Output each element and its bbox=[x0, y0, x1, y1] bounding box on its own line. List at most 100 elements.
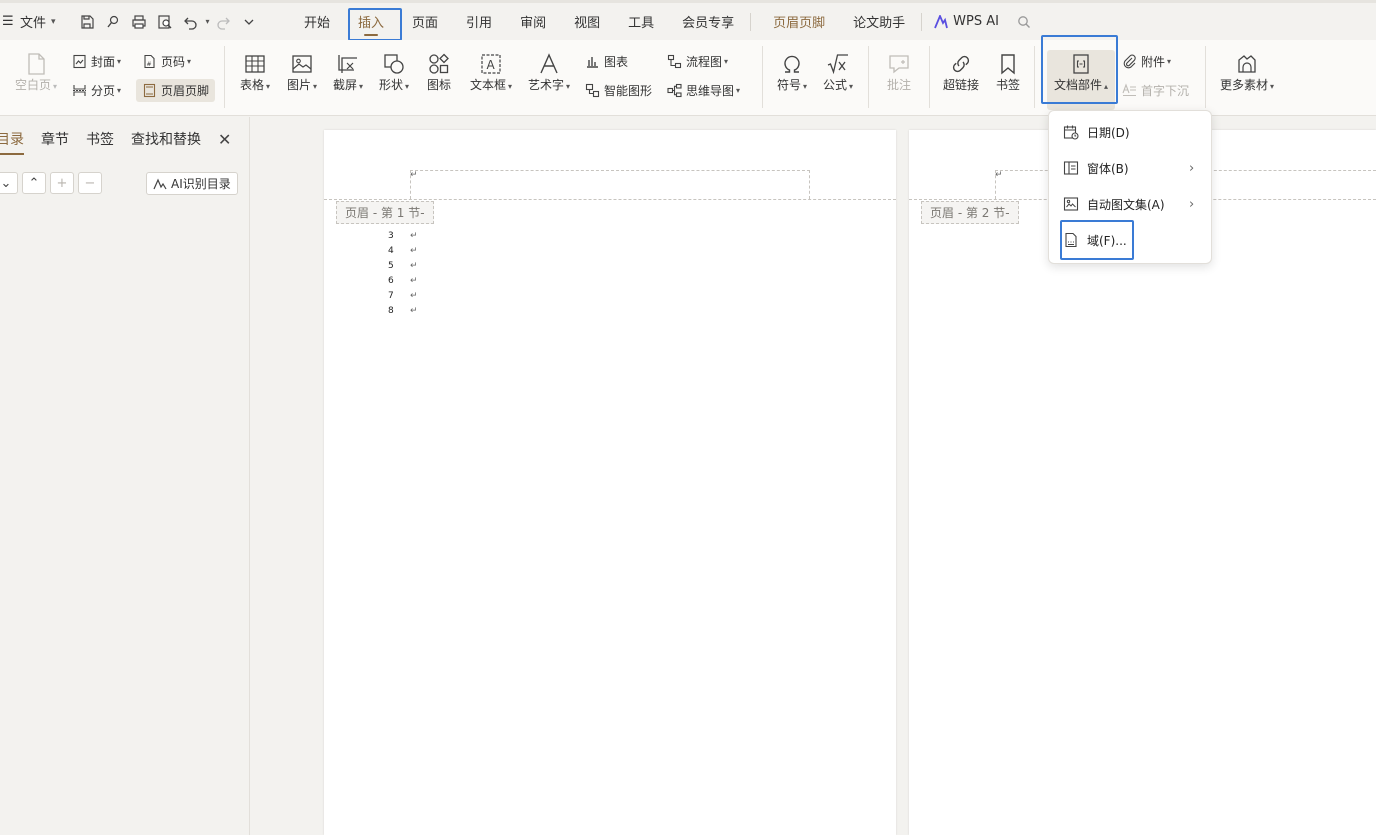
table-button[interactable]: 表格 ▾ bbox=[236, 52, 274, 93]
picture-button[interactable]: 图片 ▾ bbox=[283, 52, 321, 93]
svg-text:A: A bbox=[487, 58, 496, 72]
hyperlink-button[interactable]: 超链接 bbox=[941, 52, 981, 93]
tab-header-footer[interactable]: 页眉页脚 bbox=[763, 7, 835, 37]
demote-icon[interactable]: − bbox=[78, 172, 102, 194]
menu-item-autotext[interactable]: 自动图文集(A) › bbox=[1049, 186, 1213, 222]
more-material-icon bbox=[1238, 55, 1256, 73]
table-label: 表格 bbox=[239, 78, 264, 92]
attachment-button[interactable]: 附件 ▾ bbox=[1122, 53, 1171, 70]
customize-toolbar-icon[interactable] bbox=[236, 9, 262, 35]
shape-label: 形状 bbox=[378, 78, 403, 92]
collapse-icon[interactable]: ⌃ bbox=[22, 172, 46, 194]
menu-item-label: 日期(D) bbox=[1087, 125, 1130, 140]
tab-view[interactable]: 视图 bbox=[564, 7, 610, 37]
screenshot-icon bbox=[338, 55, 357, 73]
smart-art-icon bbox=[585, 83, 600, 98]
tab-references[interactable]: 引用 bbox=[456, 7, 502, 37]
nav-tab-sections[interactable]: 章节 bbox=[41, 129, 69, 149]
mind-map-label: 思维导图 bbox=[686, 84, 735, 98]
ribbon-toolbar: 空白页 ▾ 封面 ▾ # 页码 ▾ 分页 ▾ 页眉页脚 表格 ▾ 图片 ▾ 截屏 ▾ 形状 ▾ … bbox=[0, 40, 1376, 116]
symbol-button[interactable]: 符号 ▾ bbox=[774, 52, 810, 93]
cover-button[interactable]: 封面 ▾ bbox=[72, 53, 121, 70]
tab-thesis-assistant[interactable]: 论文助手 bbox=[843, 7, 915, 37]
undo-icon[interactable] bbox=[178, 9, 204, 35]
menu-item-label: 自动图文集(A) bbox=[1087, 197, 1165, 212]
flowchart-button[interactable]: 流程图 ▾ bbox=[667, 53, 728, 70]
document-page-1[interactable]: ↵ 页眉 - 第 1 节- 3 ↵ 4 ↵ 5 ↵ 6 ↵ 7 ↵ 8 ↵ bbox=[324, 130, 896, 835]
page-number-button[interactable]: # 页码 ▾ bbox=[142, 53, 191, 70]
header-edit-region[interactable] bbox=[410, 170, 810, 199]
smart-art-label: 智能图形 bbox=[604, 84, 653, 98]
print-icon[interactable] bbox=[126, 9, 152, 35]
chart-button[interactable]: 图表 bbox=[585, 53, 628, 70]
menu-item-date[interactable]: 日期(D) bbox=[1049, 114, 1213, 150]
paragraph-mark: ↵ bbox=[410, 246, 418, 256]
menu-item-field[interactable]: 域(F)... bbox=[1049, 222, 1213, 258]
attachment-label: 附件 bbox=[1141, 55, 1166, 69]
blank-page-button: 空白页 ▾ bbox=[10, 52, 62, 93]
format-painter-icon[interactable] bbox=[100, 9, 126, 35]
nav-tab-toc[interactable]: 目录 bbox=[0, 129, 24, 155]
chevron-right-icon: › bbox=[1189, 160, 1195, 176]
hyperlink-label: 超链接 bbox=[942, 78, 979, 92]
word-art-label: 艺术字 bbox=[527, 78, 564, 92]
line-number: 4 bbox=[388, 246, 394, 256]
ai-toc-label: AI识别目录 bbox=[171, 177, 231, 191]
mind-map-button[interactable]: 思维导图 ▾ bbox=[667, 82, 740, 99]
tab-tools[interactable]: 工具 bbox=[618, 7, 664, 37]
screenshot-label: 截屏 bbox=[332, 78, 357, 92]
shape-button[interactable]: 形状 ▾ bbox=[375, 52, 413, 93]
doc-parts-icon bbox=[1073, 54, 1089, 74]
bookmark-button[interactable]: 书签 bbox=[994, 52, 1022, 93]
screenshot-button[interactable]: 截屏 ▾ bbox=[329, 52, 367, 93]
svg-text:#: # bbox=[147, 61, 152, 68]
header-footer-icon bbox=[143, 83, 156, 98]
tab-home[interactable]: 开始 bbox=[294, 7, 340, 37]
tab-page[interactable]: 页面 bbox=[402, 7, 448, 37]
nav-tab-bookmarks[interactable]: 书签 bbox=[86, 129, 114, 149]
tab-insert[interactable]: 插入 bbox=[348, 7, 394, 37]
flowchart-label: 流程图 bbox=[686, 55, 723, 69]
line-number: 8 bbox=[388, 306, 394, 316]
tab-review[interactable]: 审阅 bbox=[510, 7, 556, 37]
icon-button[interactable]: 图标 bbox=[424, 52, 454, 93]
save-icon[interactable] bbox=[74, 9, 100, 35]
formula-button[interactable]: 公式 ▾ bbox=[820, 52, 856, 93]
blank-page-label: 空白页 bbox=[14, 78, 51, 92]
cover-label: 封面 bbox=[91, 55, 116, 69]
text-box-icon: A bbox=[481, 54, 501, 74]
more-material-label: 更多素材 bbox=[1219, 78, 1268, 92]
print-preview-icon[interactable] bbox=[152, 9, 178, 35]
header-footer-button[interactable]: 页眉页脚 bbox=[136, 79, 216, 102]
bookmark-label: 书签 bbox=[995, 78, 1020, 92]
file-menu-button[interactable]: ☰ 文件 ▾ bbox=[0, 3, 56, 40]
drop-cap-button: 首字下沉 bbox=[1122, 82, 1189, 99]
ai-toc-button[interactable]: AI识别目录 bbox=[146, 172, 238, 195]
word-art-button[interactable]: 艺术字 ▾ bbox=[526, 52, 572, 93]
expand-icon[interactable]: ⌄ bbox=[0, 172, 18, 194]
formula-icon bbox=[827, 54, 848, 75]
tab-member[interactable]: 会员专享 bbox=[672, 7, 744, 37]
smart-art-button[interactable]: 智能图形 bbox=[585, 82, 652, 99]
page-break-label: 分页 bbox=[91, 84, 116, 98]
text-box-button[interactable]: A 文本框 ▾ bbox=[468, 52, 514, 93]
menu-item-form[interactable]: 窗体(B) › bbox=[1049, 150, 1213, 186]
nav-tab-find-replace[interactable]: 查找和替换 bbox=[131, 129, 201, 149]
promote-icon[interactable]: + bbox=[50, 172, 74, 194]
paragraph-mark: ↵ bbox=[995, 170, 1003, 180]
file-menu-label: 文件 bbox=[20, 16, 47, 31]
toc-tools: ⌄ ⌃ + − bbox=[0, 172, 106, 194]
menu-bar: ☰ 文件 ▾ ▾ 开始 插入 页面 引用 审阅 视图 工具 会员专享 页眉页脚 … bbox=[0, 3, 1376, 40]
navigation-pane: 目录 章节 书签 查找和替换 ✕ ⌄ ⌃ + − AI识别目录 bbox=[0, 117, 250, 835]
comment-icon bbox=[889, 55, 909, 74]
page-break-button[interactable]: 分页 ▾ bbox=[72, 82, 121, 99]
menu-item-label: 窗体(B) bbox=[1087, 161, 1129, 176]
doc-parts-button[interactable]: 文档部件 ▴ bbox=[1047, 50, 1115, 110]
more-material-button[interactable]: 更多素材 ▾ bbox=[1216, 52, 1278, 93]
ribbon-divider bbox=[1205, 46, 1206, 108]
hamburger-icon: ☰ bbox=[2, 14, 14, 29]
wps-ai-button[interactable]: WPS AI bbox=[928, 14, 1005, 29]
close-icon[interactable]: ✕ bbox=[218, 130, 231, 149]
search-icon[interactable] bbox=[1017, 15, 1031, 29]
symbol-label: 符号 bbox=[776, 78, 801, 92]
